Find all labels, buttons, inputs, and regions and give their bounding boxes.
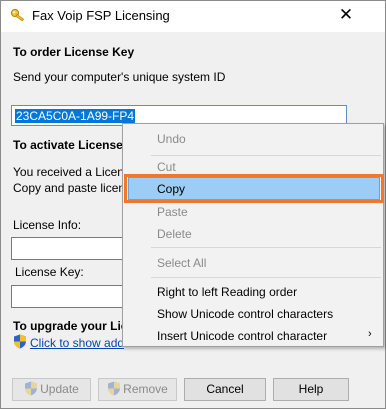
close-icon[interactable]: ✕ (334, 3, 358, 27)
menu-item-undo[interactable]: Undo (157, 132, 186, 146)
menu-item-paste[interactable]: Paste (157, 205, 188, 219)
license-info-field[interactable] (11, 237, 126, 260)
copy-paste-text: Copy and paste licen (13, 181, 126, 195)
update-button-label: Update (40, 382, 79, 396)
system-id-selected-text: 23CA5C0A-1A99-FP4 (15, 109, 136, 123)
received-text: You received a Licens (13, 165, 130, 179)
update-button[interactable]: Update (12, 378, 91, 401)
menu-item-rtl-reading-order[interactable]: Right to left Reading order (157, 285, 297, 299)
upgrade-heading: To upgrade your Lic (13, 319, 128, 333)
menu-item-insert-unicode[interactable]: Insert Unicode control character (157, 329, 327, 343)
license-key-field[interactable] (11, 285, 126, 308)
activate-heading: To activate License (13, 138, 123, 152)
menu-separator (151, 155, 381, 156)
shield-icon (25, 381, 38, 396)
menu-item-select-all[interactable]: Select All (157, 256, 206, 270)
menu-separator (151, 247, 381, 248)
help-button[interactable]: Help (273, 378, 349, 401)
menu-item-show-unicode[interactable]: Show Unicode control characters (157, 307, 333, 321)
send-instructions: Send your computer's unique system ID (13, 70, 226, 84)
key-icon (10, 8, 25, 22)
shield-icon (108, 381, 121, 396)
cancel-button[interactable]: Cancel (184, 378, 266, 401)
remove-button-label: Remove (123, 382, 168, 396)
annotation-frame (124, 174, 384, 203)
order-heading: To order License Key (13, 45, 135, 59)
window-title: Fax Voip FSP Licensing (32, 8, 170, 23)
license-key-label: License Key: (15, 265, 84, 279)
remove-button[interactable]: Remove (98, 378, 177, 401)
title-bar: Fax Voip FSP Licensing ✕ (1, 1, 385, 32)
chevron-right-icon: › (368, 328, 372, 340)
show-addons-link[interactable]: Click to show add (30, 336, 124, 350)
menu-item-cut[interactable]: Cut (157, 160, 176, 174)
menu-item-delete[interactable]: Delete (157, 227, 192, 241)
license-info-label: License Info: (13, 218, 82, 232)
menu-separator (151, 277, 381, 278)
context-menu: Undo Cut Copy Paste Delete Select All Ri… (122, 123, 384, 347)
shield-icon (14, 334, 26, 349)
